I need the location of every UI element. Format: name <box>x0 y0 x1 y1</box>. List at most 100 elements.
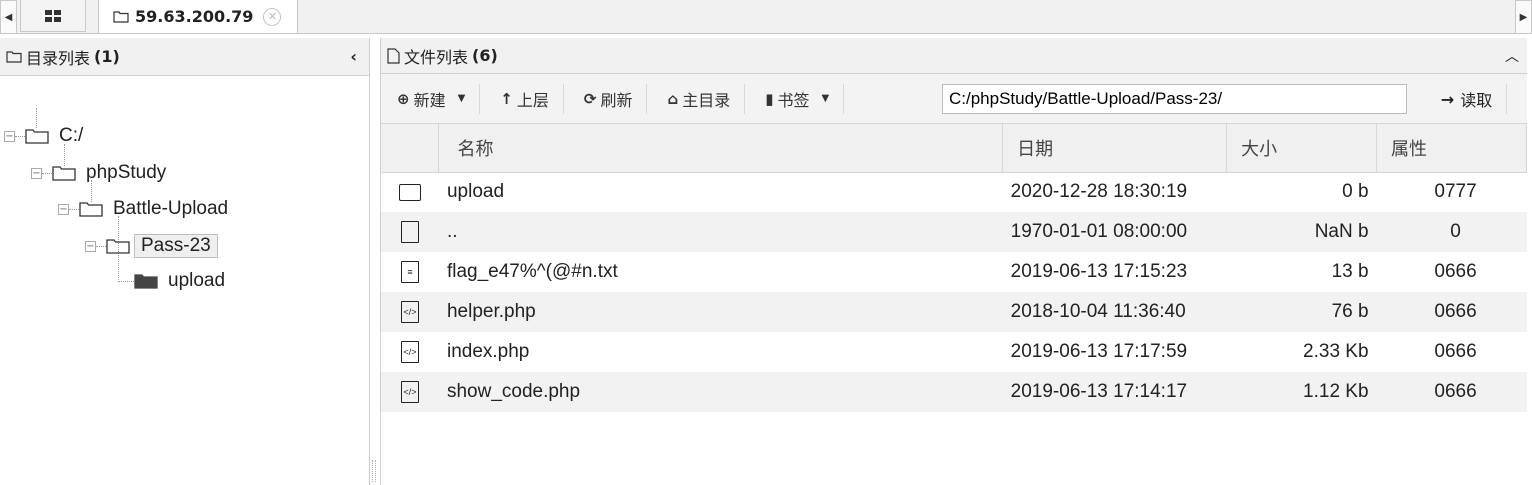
tree-node-pass-23[interactable]: − Pass-23 <box>85 233 218 259</box>
arrow-up-icon: ↑ <box>500 89 513 108</box>
date-column-header[interactable]: 日期 <box>1002 124 1228 173</box>
new-button-label: 新建 <box>413 90 446 110</box>
file-toolbar: ⊕ 新建 ▼ ↑ 上层 ⟳ 刷新 ⌂ 主目录 ▮ 书签 ▼ → 读取 <box>381 74 1527 124</box>
collapse-toggle-icon[interactable]: − <box>85 240 96 252</box>
name-column-header[interactable]: 名称 <box>438 124 1004 173</box>
new-button[interactable]: ⊕ 新建 ▼ <box>391 83 481 114</box>
scroll-right-icon[interactable]: ▶ <box>1515 0 1532 34</box>
perm-column-header[interactable]: 属性 <box>1376 124 1527 173</box>
home-button[interactable]: ⌂ 主目录 <box>647 83 746 114</box>
file-size: 13 b <box>1331 261 1369 282</box>
read-button-label: 读取 <box>1460 91 1493 110</box>
tree-node-label: phpStudy <box>86 162 167 183</box>
file-size: 2.33 Kb <box>1303 341 1369 362</box>
bookmark-button[interactable]: ▮ 书签 ▼ <box>745 83 845 114</box>
directory-tree: − C:/ − phpStudy − Battle-Upload − Pass-… <box>0 76 369 481</box>
file-outline-icon <box>387 47 400 64</box>
folder-outline-icon <box>25 129 49 144</box>
file-name[interactable]: helper.php <box>438 292 1003 332</box>
file-name[interactable]: flag_e47%^(@#n.txt <box>439 252 1003 292</box>
folder-icon <box>381 172 439 212</box>
file-panel-title: 文件列表 <box>404 47 469 67</box>
file-name[interactable]: upload <box>439 172 1003 212</box>
collapse-toggle-icon[interactable]: − <box>58 203 69 215</box>
code-file-icon: </> <box>381 332 439 372</box>
table-row[interactable]: ≡ flag_e47%^(@#n.txt 2019-06-13 17:15:23… <box>381 252 1527 292</box>
path-input[interactable] <box>942 84 1407 114</box>
directory-panel-title: 目录列表 <box>26 48 91 68</box>
tree-node-upload[interactable]: upload <box>118 268 225 294</box>
collapse-toggle-icon[interactable]: − <box>31 167 42 179</box>
file-icon <box>381 212 439 252</box>
folder-filled-icon <box>134 274 158 289</box>
bookmark-button-label: 书签 <box>777 90 810 110</box>
file-date: 1970-01-01 08:00:00 <box>1002 212 1227 252</box>
table-row[interactable]: </> index.php 2019-06-13 17:17:59 2.33 K… <box>381 332 1527 372</box>
caret-down-icon: ▼ <box>821 93 830 104</box>
panel-resize-handle[interactable] <box>372 460 376 482</box>
tree-node-phpstudy[interactable]: − phpStudy <box>31 160 166 186</box>
collapse-toggle-icon[interactable]: − <box>4 130 15 142</box>
refresh-button-label: 刷新 <box>600 90 633 110</box>
scroll-left-icon[interactable]: ◀ <box>0 0 17 34</box>
file-size: 0 b <box>1342 181 1369 203</box>
file-perm: 0777 <box>1434 181 1477 203</box>
file-count: (6) <box>472 46 498 65</box>
file-size: NaN b <box>1226 212 1377 252</box>
file-date: 2018-10-04 11:36:40 <box>1002 292 1227 332</box>
plus-circle-icon: ⊕ <box>397 89 410 108</box>
table-row[interactable]: </> helper.php 2018-10-04 11:36:40 76 b … <box>381 292 1527 332</box>
folder-outline-icon <box>79 202 103 217</box>
table-row[interactable]: .. 1970-01-01 08:00:00 NaN b 0 <box>381 212 1527 252</box>
collapse-up-icon[interactable]: ︿ <box>1505 46 1519 66</box>
directory-count: (1) <box>94 47 120 66</box>
file-date: 2019-06-13 17:17:59 <box>1010 341 1188 362</box>
table-row[interactable]: </> show_code.php 2019-06-13 17:14:17 1.… <box>381 372 1527 412</box>
code-file-icon: </> <box>381 292 439 332</box>
file-name[interactable]: index.php <box>439 332 1003 372</box>
tree-node-label: upload <box>168 270 226 291</box>
directory-panel: 目录列表 (1) ‹ − C:/ − phpStudy − Battle-Upl… <box>0 38 370 485</box>
table-row[interactable]: upload 2020-12-28 18:30:19 0 b 0777 <box>381 172 1527 212</box>
tree-node-label: C:/ <box>59 125 84 146</box>
code-file-icon: </> <box>381 372 439 412</box>
icon-column-header <box>381 124 440 173</box>
tree-node-c[interactable]: − C:/ <box>4 123 83 149</box>
file-perm: 0666 <box>1376 292 1527 332</box>
folder-outline-icon <box>106 239 130 254</box>
grid-icon <box>45 9 61 22</box>
close-icon[interactable]: ✕ <box>263 7 282 26</box>
file-date: 2019-06-13 17:14:17 <box>1002 372 1227 412</box>
file-name[interactable]: show_code.php <box>438 372 1003 412</box>
size-column-header[interactable]: 大小 <box>1226 124 1378 173</box>
file-panel-header: 文件列表 (6) ︿ <box>381 38 1527 74</box>
read-button[interactable]: → 读取 <box>1427 84 1507 114</box>
tab-connection[interactable]: 59.63.200.79 ✕ <box>98 0 298 33</box>
folder-outline-icon <box>6 51 22 63</box>
file-table: 名称 日期 大小 属性 upload 2020-12-28 18:30:19 0… <box>381 124 1527 412</box>
refresh-button[interactable]: ⟳ 刷新 <box>564 83 648 114</box>
up-button[interactable]: ↑ 上层 <box>480 83 564 114</box>
file-date: 2020-12-28 18:30:19 <box>1010 181 1188 203</box>
refresh-icon: ⟳ <box>583 89 597 108</box>
text-file-icon: ≡ <box>381 252 439 292</box>
file-size: 1.12 Kb <box>1226 372 1377 412</box>
file-name[interactable]: .. <box>438 212 1003 252</box>
file-perm: 0666 <box>1434 261 1477 282</box>
directory-panel-header: 目录列表 (1) ‹ <box>0 38 369 76</box>
file-panel: 文件列表 (6) ︿ ⊕ 新建 ▼ ↑ 上层 ⟳ 刷新 ⌂ 主目录 ▮ 书签 ▼… <box>380 38 1527 485</box>
file-perm: 0666 <box>1434 341 1477 362</box>
tree-node-battle-upload[interactable]: − Battle-Upload <box>58 196 228 222</box>
caret-down-icon: ▼ <box>457 93 466 104</box>
tab-home[interactable] <box>20 0 86 32</box>
collapse-left-icon[interactable]: ‹ <box>350 47 357 66</box>
arrow-right-icon: → <box>1440 89 1455 109</box>
home-icon: ⌂ <box>667 89 679 108</box>
file-size: 76 b <box>1226 292 1377 332</box>
tree-node-label: Pass-23 <box>134 234 218 258</box>
folder-outline-icon <box>113 11 129 23</box>
file-perm: 0666 <box>1376 372 1527 412</box>
bookmark-icon: ▮ <box>765 89 774 108</box>
tab-label: 59.63.200.79 <box>135 7 254 26</box>
home-button-label: 主目录 <box>682 90 731 110</box>
